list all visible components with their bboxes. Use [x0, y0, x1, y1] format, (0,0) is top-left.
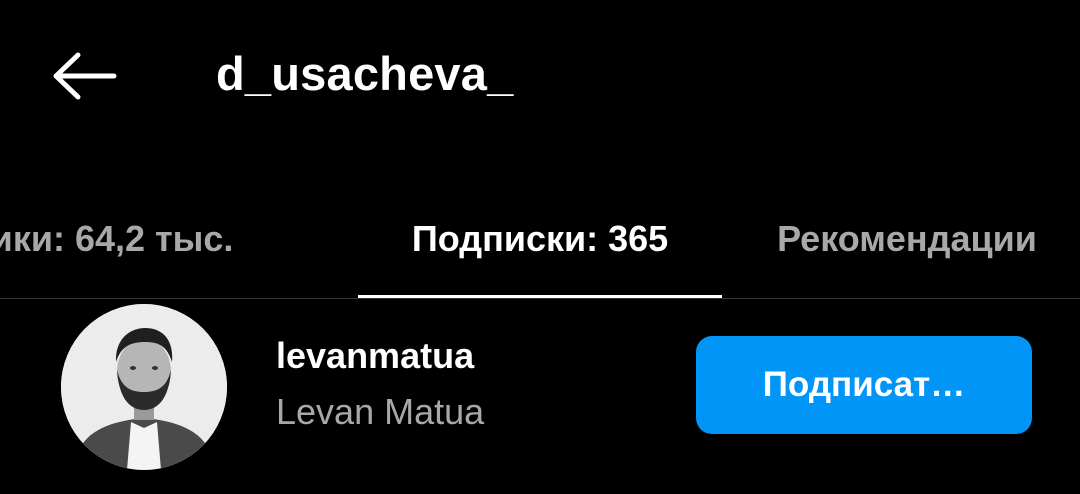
tabs-divider	[0, 298, 1080, 299]
tab-following[interactable]: Подписки: 365	[358, 180, 722, 298]
top-app-bar: d_usacheva_	[0, 0, 1080, 150]
arrow-left-icon	[53, 52, 117, 100]
tab-bar: Подписчики: 64,2 тыс. Подписки: 365 Реко…	[0, 180, 1080, 300]
list-item[interactable]: levanmatua Levan Matua Подписат…	[0, 300, 1080, 494]
full-name: Levan Matua	[276, 391, 485, 432]
page-title: d_usacheva_	[216, 47, 514, 100]
back-button[interactable]	[36, 38, 132, 114]
follow-button[interactable]: Подписат…	[696, 336, 1032, 434]
tab-recommendations[interactable]: Рекомендации	[722, 180, 1080, 298]
profile-photo	[61, 304, 227, 470]
tab-followers[interactable]: Подписчики: 64,2 тыс.	[0, 180, 360, 298]
username[interactable]: levanmatua	[276, 334, 474, 378]
avatar[interactable]	[61, 304, 227, 470]
